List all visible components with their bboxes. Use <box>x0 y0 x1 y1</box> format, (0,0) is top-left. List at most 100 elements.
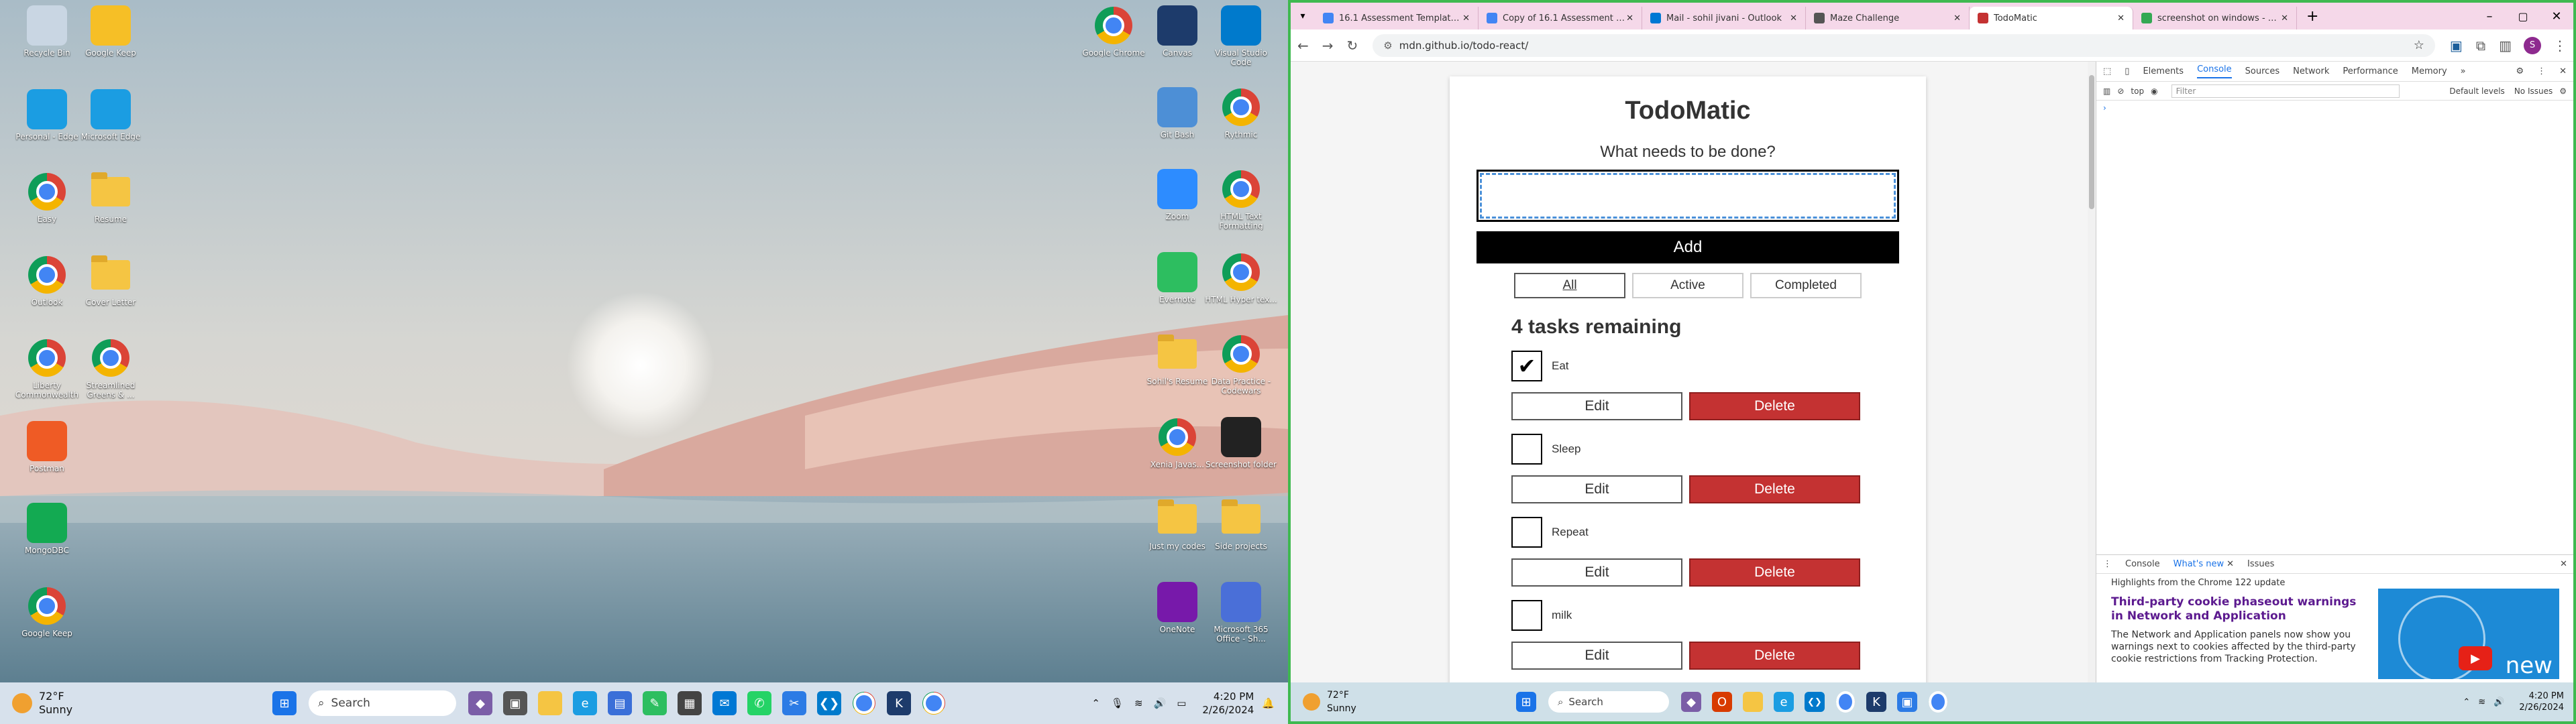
desktop-icon[interactable]: Cover Letter <box>74 255 148 307</box>
desktop-icon[interactable]: Postman <box>10 421 84 473</box>
delete-button[interactable]: Delete <box>1689 392 1860 420</box>
news-video-thumbnail[interactable]: ▶ new <box>2378 589 2559 679</box>
browser-tab[interactable]: Copy of 16.1 Assessment Temp...✕ <box>1479 7 1642 29</box>
profile-avatar[interactable]: S <box>2524 36 2541 54</box>
reload-icon[interactable]: ↻ <box>1347 38 1358 54</box>
device-toggle-icon[interactable]: ▯ <box>2125 66 2129 76</box>
extension-icon[interactable]: ▣ <box>2450 38 2463 54</box>
drawer-close-icon[interactable]: ✕ <box>2560 559 2567 569</box>
devtools-tab-console[interactable]: Console <box>2197 64 2232 78</box>
desktop-icon[interactable]: Resume <box>74 172 148 224</box>
desktop-icon[interactable]: HTML Hyper tex... <box>1204 252 1278 304</box>
store-icon[interactable]: ▤ <box>608 691 632 715</box>
chevron-up-icon[interactable]: ⌃ <box>2463 697 2470 707</box>
office-icon[interactable]: O <box>1712 692 1732 712</box>
site-info-icon[interactable]: ⚙ <box>1383 40 1392 52</box>
desktop-icon[interactable]: Git Bash <box>1140 87 1214 139</box>
new-todo-input[interactable] <box>1477 170 1899 222</box>
desktop-icon[interactable]: Sohil's Resume <box>1140 334 1214 386</box>
desktop-icon[interactable]: Google Keep <box>74 5 148 58</box>
delete-button[interactable]: Delete <box>1689 642 1860 670</box>
tab-close-icon[interactable]: ✕ <box>2117 13 2125 23</box>
desktop-icon[interactable]: MongoDBC <box>10 503 84 555</box>
delete-button[interactable]: Delete <box>1689 475 1860 503</box>
devtools-tab-sources[interactable]: Sources <box>2245 66 2279 76</box>
task-view-icon[interactable]: ▣ <box>503 691 527 715</box>
start-icon[interactable]: ⊞ <box>272 691 297 715</box>
devtools-tab-performance[interactable]: Performance <box>2343 66 2398 76</box>
wifi-icon[interactable]: ≋ <box>2478 697 2485 707</box>
forward-icon[interactable]: → <box>1322 38 1334 54</box>
desktop-icon[interactable]: Recycle Bin <box>10 5 84 58</box>
todo-checkbox[interactable]: ✔ <box>1511 351 1542 381</box>
url-field[interactable]: ⚙ mdn.github.io/todo-react/ ☆ <box>1373 34 2435 57</box>
copilot-icon[interactable]: ◆ <box>468 691 492 715</box>
desktop-icon[interactable]: Just my codes <box>1140 499 1214 551</box>
volume-icon[interactable]: 🔊 <box>2493 697 2504 707</box>
desktop-icon[interactable]: Side projects <box>1204 499 1278 551</box>
inspect-icon[interactable]: ⬚ <box>2103 66 2111 76</box>
issues-count[interactable]: No Issues <box>2514 86 2553 96</box>
devtools-close-icon[interactable]: ✕ <box>2559 66 2567 76</box>
file-explorer-icon[interactable] <box>538 691 562 715</box>
mic-icon[interactable]: 🎙 <box>1111 697 1124 709</box>
sidebar-toggle-icon[interactable]: ▥ <box>2103 86 2110 96</box>
mail-icon[interactable]: ✉ <box>712 691 737 715</box>
desktop-icon[interactable]: Liberty Commonwealth <box>10 338 84 400</box>
minimize-button[interactable]: – <box>2473 9 2506 23</box>
canvas-taskbar-icon[interactable]: K <box>887 691 911 715</box>
devtools-tab-network[interactable]: Network <box>2293 66 2329 76</box>
desktop-icon[interactable]: Microsoft 365 Office - Sh... <box>1204 582 1278 644</box>
chevron-up-icon[interactable]: ⌃ <box>1091 697 1100 709</box>
desktop-icon[interactable]: Streamlined Greens & ... <box>74 338 148 400</box>
filter-completed-button[interactable]: Completed <box>1750 273 1862 298</box>
evernote-icon[interactable]: ✎ <box>643 691 667 715</box>
tab-close-icon[interactable]: ✕ <box>1953 13 1961 23</box>
browser-tab[interactable]: Mail - sohil jivani - Outlook ✕ <box>1642 7 1806 29</box>
todo-checkbox[interactable] <box>1511 434 1542 465</box>
browser-tab[interactable]: screenshot on windows - Goog...✕ <box>2133 7 2297 29</box>
chrome-profile-icon[interactable] <box>922 691 946 715</box>
tab-close-icon[interactable]: ✕ <box>1462 13 1470 23</box>
desktop-icon[interactable]: Personal - Edge <box>10 89 84 141</box>
browser-tab[interactable]: Maze Challenge ✕ <box>1806 7 1970 29</box>
more-tabs-icon[interactable]: » <box>2461 66 2466 76</box>
edge-icon[interactable]: e <box>573 691 597 715</box>
canvas-taskbar-icon[interactable]: K <box>1866 692 1886 712</box>
desktop-icon[interactable]: HTML Text Formatting <box>1204 169 1278 231</box>
desktop-icon[interactable]: OneNote <box>1140 582 1214 634</box>
drawer-tab-close-icon[interactable]: ✕ <box>2226 559 2234 569</box>
todo-checkbox[interactable] <box>1511 600 1542 631</box>
browser-tab[interactable]: 16.1 Assessment Template - Go...✕ <box>1315 7 1479 29</box>
battery-icon[interactable]: ▭ <box>1177 697 1186 709</box>
snipping-icon[interactable]: ✂ <box>782 691 806 715</box>
chrome-taskbar-icon[interactable] <box>1835 692 1856 712</box>
whatsapp-icon[interactable]: ✆ <box>747 691 771 715</box>
drawer-menu-icon[interactable]: ⋮ <box>2103 559 2112 569</box>
weather-widget[interactable]: 72°F Sunny <box>12 690 267 717</box>
tab-close-icon[interactable]: ✕ <box>1626 13 1633 23</box>
file-explorer-icon[interactable] <box>1743 692 1763 712</box>
console-settings-icon[interactable]: ⚙ <box>2559 86 2567 96</box>
desktop-icon[interactable]: Microsoft Edge <box>74 89 148 141</box>
drawer-tab-issues[interactable]: Issues <box>2247 559 2274 569</box>
page-scrollbar[interactable] <box>2088 62 2096 685</box>
notification-bell-icon[interactable]: 🔔 <box>1262 697 1275 709</box>
bookmark-star-icon[interactable]: ☆ <box>2414 38 2424 52</box>
desktop-icon[interactable]: Rythmic <box>1204 87 1278 139</box>
clear-console-icon[interactable]: ⊘ <box>2117 86 2124 96</box>
desktop-icon[interactable]: Outlook <box>10 255 84 307</box>
desktop-icon[interactable]: Visual Studio Code <box>1204 5 1278 67</box>
eye-icon[interactable]: ◉ <box>2151 86 2157 96</box>
drawer-tab-whats-new[interactable]: What's new <box>2174 559 2224 569</box>
browser-tab[interactable]: TodoMatic ✕ <box>1970 7 2133 29</box>
edit-button[interactable]: Edit <box>1511 475 1682 503</box>
desktop-icon[interactable]: Zoom <box>1140 169 1214 221</box>
taskbar-search[interactable]: ⌕ Search <box>1548 691 1669 713</box>
desktop-icon[interactable]: Screenshot folder <box>1204 417 1278 469</box>
youtube-play-icon[interactable]: ▶ <box>2459 646 2492 670</box>
wifi-icon[interactable]: ≋ <box>1134 697 1143 709</box>
desktop-icon[interactable]: Xenia Javas... <box>1140 417 1214 469</box>
calculator-icon[interactable]: ▦ <box>678 691 702 715</box>
devtools-tab-elements[interactable]: Elements <box>2143 66 2184 76</box>
